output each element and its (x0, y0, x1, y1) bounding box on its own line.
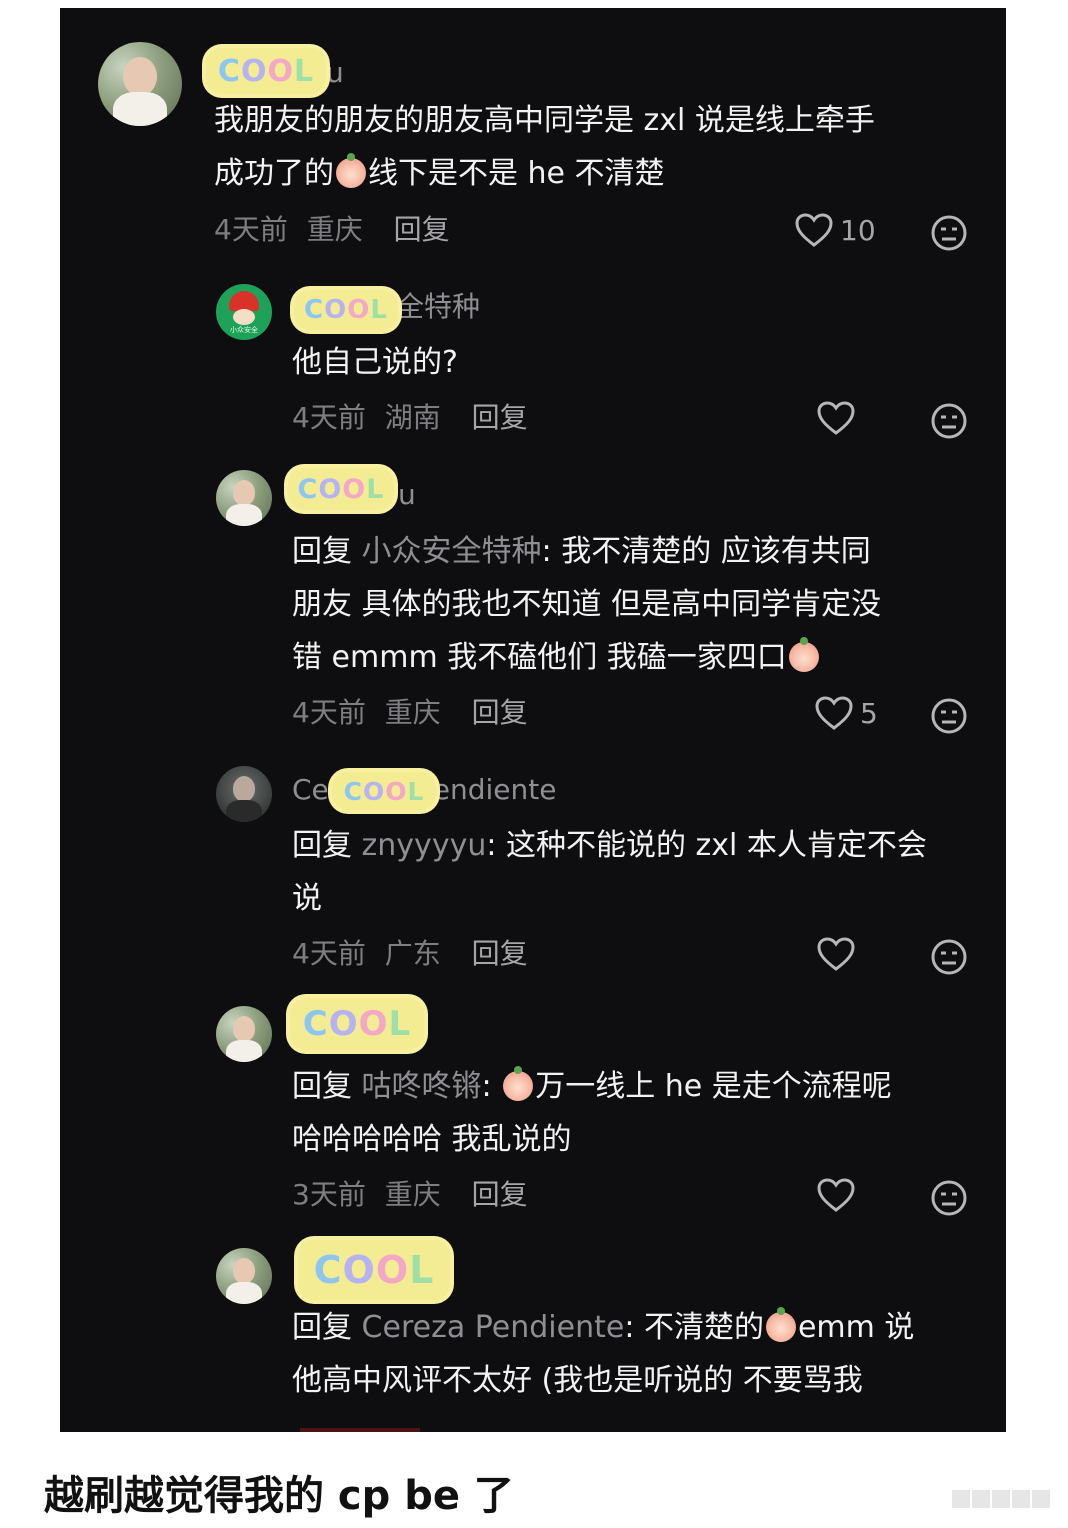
avatar[interactable] (98, 42, 182, 126)
crying-emoji-icon (503, 1066, 534, 1101)
comment-time: 4天前 (292, 696, 366, 729)
comment-location: 重庆 (384, 1178, 441, 1211)
reply-button[interactable]: 回复 (472, 937, 528, 970)
reply-button[interactable]: 回复 (472, 401, 528, 434)
dislike-face-icon[interactable] (930, 214, 968, 252)
heart-icon (795, 213, 833, 247)
cool-sticker: COOL (298, 1240, 450, 1300)
like-button[interactable] (816, 936, 856, 972)
reply-button[interactable]: 回复 (394, 213, 450, 246)
like-button[interactable]: 5 (814, 695, 878, 731)
comment-location: 湖南 (384, 401, 441, 434)
comment-location: 重庆 (384, 696, 441, 729)
comment-meta: 3天前 重庆 回复 (292, 1178, 528, 1212)
comment-text: 回复 小众安全特种: 我不清楚的 应该有共同 朋友 具体的我也不知道 但是高中同… (292, 534, 882, 675)
comment-meta: 4天前 重庆 回复 (292, 696, 528, 730)
comment-text: 我朋友的朋友的朋友高中同学是 zxl 说是线上牵手 成功了的 线下是不是 he 不… (214, 103, 875, 191)
crying-emoji-icon (765, 1307, 796, 1342)
comment-meta: 4天前 广东 回复 (292, 937, 528, 971)
cool-sticker: COOL (290, 998, 424, 1050)
heart-icon (817, 1178, 855, 1212)
avatar[interactable] (216, 470, 272, 526)
comment-time: 4天前 (214, 213, 288, 246)
comment-screen: u COOL 我朋友的朋友的朋友高中同学是 zxl 说是线上牵手 成功了的 线下是… (60, 8, 1006, 1432)
like-count: 10 (840, 213, 876, 247)
comment-text: 回复 咕咚咚锵: 万一线上 he 是走个流程呢 哈哈哈哈哈 我乱说的 (292, 1066, 892, 1157)
comment-time: 3天前 (292, 1178, 366, 1211)
avatar[interactable] (216, 1248, 272, 1304)
dislike-face-icon[interactable] (930, 938, 968, 976)
comment-time: 4天前 (292, 401, 366, 434)
dislike-face-icon[interactable] (930, 1179, 968, 1217)
comment-text: 他自己说的? (292, 345, 458, 380)
cool-sticker: COOL (332, 772, 436, 810)
like-count: 5 (860, 696, 878, 730)
comment-location: 重庆 (306, 213, 363, 246)
heart-icon (815, 696, 853, 730)
cool-sticker: COOL (206, 48, 326, 94)
comment-meta: 4天前 重庆 回复 (214, 213, 450, 247)
like-button[interactable]: 10 (794, 212, 876, 248)
comment-text: 回复 Cereza Pendiente: 不清楚的 emm 说 他高中风评不太好 … (292, 1307, 915, 1398)
heart-icon (817, 937, 855, 971)
reply-button[interactable]: 回复 (472, 696, 528, 729)
avatar[interactable] (216, 766, 272, 822)
comment-text: 回复 znyyyyu: 这种不能说的 zxl 本人肯定不会 说 (292, 828, 927, 916)
watermark-logo (952, 1484, 1056, 1512)
comment-time: 4天前 (292, 937, 366, 970)
like-button[interactable] (816, 1177, 856, 1213)
cool-sticker: COOL (288, 468, 394, 510)
comment-meta: 4天前 湖南 回复 (292, 401, 528, 435)
dislike-face-icon[interactable] (930, 402, 968, 440)
cool-sticker: COOL (294, 290, 398, 330)
crying-emoji-icon (788, 637, 819, 672)
heart-icon (817, 401, 855, 435)
reply-button[interactable]: 回复 (472, 1178, 528, 1211)
comment-location: 广东 (384, 937, 441, 970)
like-button[interactable] (816, 400, 856, 436)
bottom-edge-mark (300, 1428, 420, 1432)
dislike-face-icon[interactable] (930, 697, 968, 735)
avatar[interactable] (216, 1006, 272, 1062)
post-caption: 越刷越觉得我的 cp be 了 (44, 1473, 514, 1519)
crying-emoji-icon (336, 153, 366, 188)
avatar[interactable]: 小众安全 (216, 284, 272, 340)
